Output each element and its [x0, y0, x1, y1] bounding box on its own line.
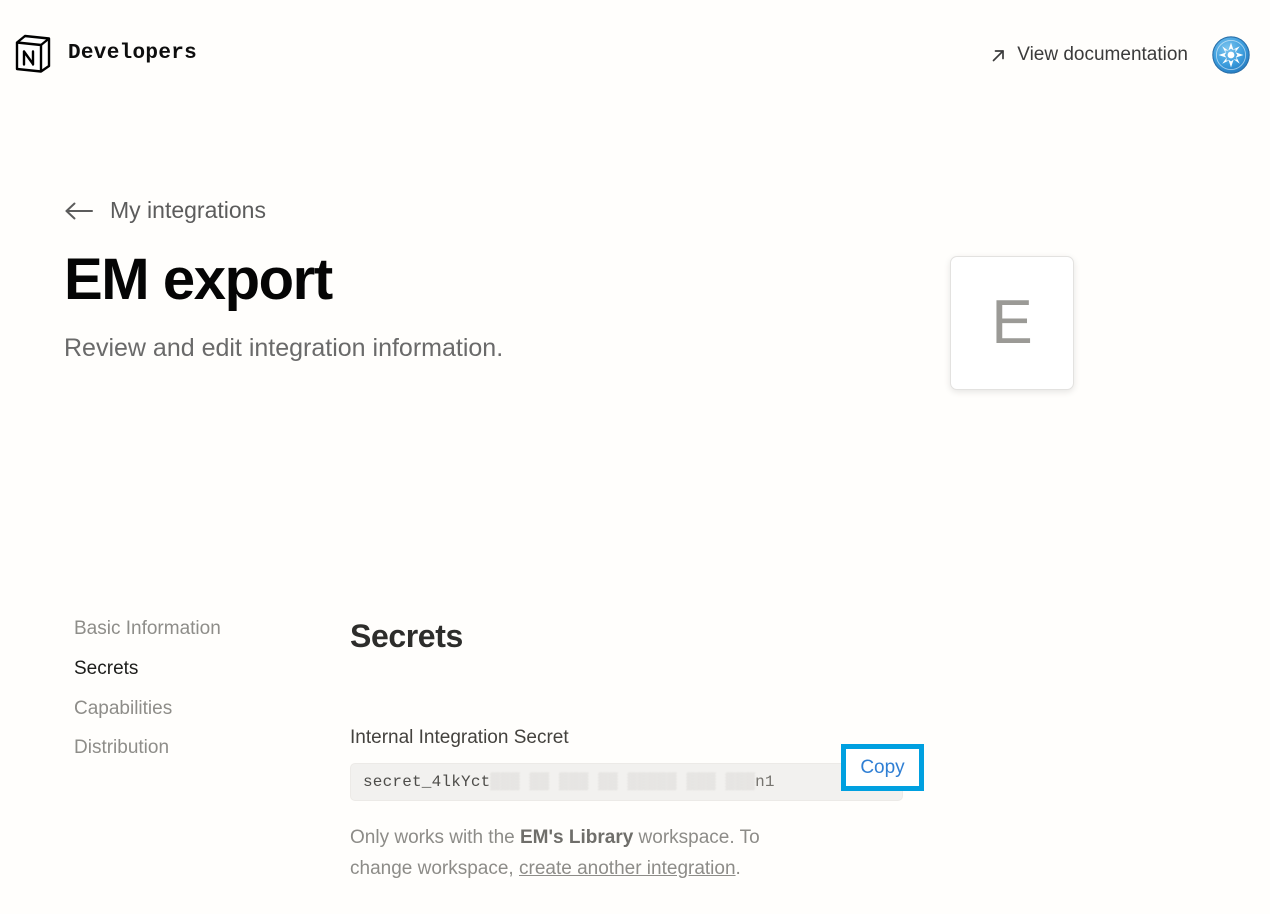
breadcrumb-label: My integrations	[110, 197, 266, 223]
secret-input[interactable]: secret_4lkYct▒▒▒ ▒▒ ▒▒▒ ▒▒ ▒▒▒▒▒ ▒▒▒ ▒▒▒…	[350, 763, 903, 801]
copy-button[interactable]: Copy	[860, 758, 904, 777]
secrets-panel: Secrets Internal Integration Secret secr…	[330, 618, 1210, 885]
secret-masked: ▒▒▒ ▒▒ ▒▒▒ ▒▒ ▒▒▒▒▒ ▒▒▒ ▒▒▒	[490, 773, 756, 791]
hero-title-block: EM export Review and edit integration in…	[64, 247, 884, 363]
secret-field-row: secret_4lkYct▒▒▒ ▒▒ ▒▒▒ ▒▒ ▒▒▒▒▒ ▒▒▒ ▒▒▒…	[350, 744, 924, 801]
page-body: My integrations EM export Review and edi…	[0, 104, 1270, 879]
content-area: Basic Information Secrets Capabilities D…	[0, 618, 1270, 885]
header-actions: View documentation	[990, 36, 1250, 74]
sidebar-item-secrets[interactable]: Secrets	[74, 658, 138, 681]
helper-suffix: .	[735, 857, 741, 879]
copy-button-highlight: Copy	[841, 744, 924, 791]
helper-workspace-name: EM's Library	[520, 827, 634, 848]
secret-tail: n1	[755, 773, 775, 791]
helper-prefix: Only works with the	[350, 827, 520, 848]
integration-avatar-card[interactable]: E	[950, 256, 1074, 390]
sidebar-item-distribution[interactable]: Distribution	[74, 737, 169, 760]
breadcrumb[interactable]: My integrations	[64, 197, 266, 224]
internal-integration-secret-label: Internal Integration Secret	[350, 727, 569, 748]
section-sidebar: Basic Information Secrets Capabilities D…	[0, 618, 330, 885]
arrow-up-right-icon	[990, 47, 1007, 64]
arrow-left-icon	[64, 200, 95, 222]
sidebar-item-basic-information[interactable]: Basic Information	[74, 618, 221, 641]
notion-cube-icon	[12, 32, 54, 74]
sidebar-item-capabilities[interactable]: Capabilities	[74, 698, 172, 721]
page-subtitle: Review and edit integration information.	[64, 333, 504, 362]
integration-avatar-letter: E	[991, 288, 1033, 357]
section-title-secrets: Secrets	[350, 618, 463, 654]
create-another-integration-link[interactable]: create another integration	[519, 858, 736, 879]
workspace-helper-text: Only works with the EM's Library workspa…	[350, 823, 818, 885]
brand-name-label: Developers	[68, 41, 198, 65]
secret-prefix: secret_4lkYct	[363, 773, 491, 791]
secret-value: secret_4lkYct▒▒▒ ▒▒ ▒▒▒ ▒▒ ▒▒▒▒▒ ▒▒▒ ▒▒▒…	[363, 773, 775, 791]
user-avatar[interactable]	[1212, 36, 1250, 74]
view-documentation-link[interactable]: View documentation	[990, 44, 1188, 66]
view-documentation-label: View documentation	[1017, 44, 1188, 65]
top-header-bar: Developers View documentation	[0, 0, 1270, 104]
page-title: EM export	[64, 247, 333, 312]
brand-logo-group[interactable]: Developers	[12, 32, 197, 74]
